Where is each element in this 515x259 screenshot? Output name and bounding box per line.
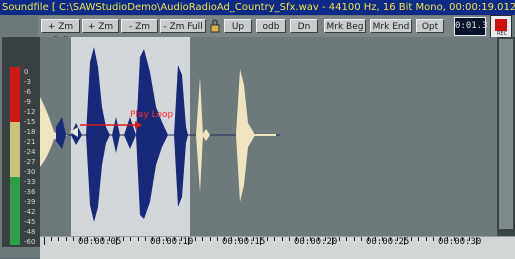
- ruler-tick: [202, 237, 204, 241]
- ruler-tick: [339, 237, 341, 241]
- ruler-tick: [360, 237, 362, 241]
- ruler-tick: [353, 237, 355, 241]
- vu-scale-label: -15: [24, 118, 36, 126]
- mark-begin-button[interactable]: Mrk Beg: [324, 19, 366, 33]
- vu-bar-green: [10, 177, 20, 245]
- ruler-label: 00:00:20: [294, 237, 338, 247]
- vu-scale-label: -6: [24, 88, 31, 96]
- wave-segment: [202, 129, 210, 141]
- vu-scale-label: -12: [24, 108, 36, 116]
- wave-segment: [236, 69, 254, 202]
- wave-segment: [56, 117, 66, 149]
- zoom-out-button[interactable]: - Zm: [121, 19, 158, 33]
- ruler-tick: [288, 237, 290, 241]
- ruler-tick: [44, 237, 45, 245]
- zoom-in-button[interactable]: + Zm: [82, 19, 119, 33]
- window-title: Soundfile [ C:\SAWStudioDemo\AudioRadioA…: [0, 0, 515, 15]
- ruler-label: 00:00:30: [438, 237, 482, 247]
- scrollbar-thumb[interactable]: [499, 39, 513, 229]
- toolbar: + Zm Full + Zm - Zm - Zm Full Up odb Dn …: [38, 16, 497, 46]
- ruler-tick: [425, 237, 427, 241]
- soundfile-window: Soundfile [ C:\SAWStudioDemo\AudioRadioA…: [0, 0, 515, 259]
- vu-scale-label: -60: [24, 238, 36, 246]
- wave-segment: [174, 65, 188, 207]
- ruler-label: 00:00:05: [78, 237, 122, 247]
- vu-scale-label: -24: [24, 148, 36, 156]
- ruler-tick: [130, 237, 132, 241]
- ruler-tick: [72, 237, 74, 241]
- vu-meter: 0 -3 -6 -9 -12 -15 -18 -21 -24 -27 -30 -33 -36 -39 -42…: [2, 37, 40, 247]
- ruler-label: 00:00:10: [150, 237, 194, 247]
- ruler-tick: [418, 237, 420, 241]
- zoom-full-in-button[interactable]: + Zm Full: [41, 19, 80, 46]
- ruler-tick: [411, 237, 413, 241]
- time-ruler[interactable]: 00:00:05 00:00:10 00:00:15 00:00:20 00:00:25…: [40, 236, 515, 259]
- ruler-tick: [58, 237, 60, 241]
- ruler-tick: [432, 237, 434, 241]
- vu-scale-label: -36: [24, 188, 36, 196]
- ruler-tick: [123, 237, 125, 241]
- wave-segment: [112, 117, 120, 153]
- wave-segment: [136, 49, 168, 219]
- zoom-full-out-button[interactable]: - Zm Full: [160, 19, 206, 33]
- wave-segment: [196, 77, 203, 193]
- position-counter: 0:01.3: [454, 17, 488, 36]
- vu-bar-red: [10, 67, 20, 122]
- vertical-scrollbar[interactable]: [497, 37, 515, 236]
- vu-scale-label: -3: [24, 78, 31, 86]
- vu-scale-label: -30: [24, 168, 36, 176]
- dn-small-button[interactable]: odb: [256, 19, 286, 33]
- vu-scale-label: -39: [24, 198, 36, 206]
- mark-end-button[interactable]: Mrk End: [370, 19, 412, 33]
- play-loop-label: Play Loop: [130, 110, 174, 120]
- ruler-label: 00:00:15: [222, 237, 266, 247]
- waveform: [40, 47, 280, 222]
- wave-segment: [86, 47, 110, 222]
- ruler-tick: [281, 237, 283, 241]
- up-button[interactable]: Up: [224, 19, 252, 33]
- ruler-tick: [267, 237, 269, 241]
- vu-scale-label: -21: [24, 138, 36, 146]
- ruler-tick: [144, 237, 146, 241]
- vu-scale-label: -18: [24, 128, 36, 136]
- vu-scale-label: 0: [24, 68, 29, 76]
- ruler-tick: [274, 237, 276, 241]
- ruler-tick: [65, 237, 67, 241]
- ruler-tick: [195, 237, 197, 241]
- waveform-area[interactable]: [40, 37, 497, 236]
- vu-scale-label: -33: [24, 178, 36, 186]
- vu-scale-label: -48: [24, 228, 36, 236]
- ruler-tick: [346, 237, 348, 241]
- vu-bar-yellow: [10, 122, 20, 177]
- record-button[interactable]: REC: [490, 15, 512, 38]
- ruler-tick: [209, 237, 211, 241]
- record-icon: [495, 19, 507, 31]
- vu-scale-label: -9: [24, 98, 31, 106]
- ruler-tick: [216, 237, 218, 241]
- wave-segment: [124, 117, 136, 149]
- vu-scale-label: -42: [24, 208, 36, 216]
- vu-scale-label: -27: [24, 158, 36, 166]
- dn-button[interactable]: Dn: [290, 19, 318, 33]
- vu-scale-label: -45: [24, 218, 36, 226]
- dn-small-label: odb: [262, 22, 280, 32]
- options-button[interactable]: Opt: [416, 19, 444, 33]
- ruler-tick: [51, 237, 53, 241]
- lock-icon[interactable]: [210, 19, 220, 33]
- ruler-tick: [137, 237, 139, 241]
- ruler-label: 00:00:25: [366, 237, 410, 247]
